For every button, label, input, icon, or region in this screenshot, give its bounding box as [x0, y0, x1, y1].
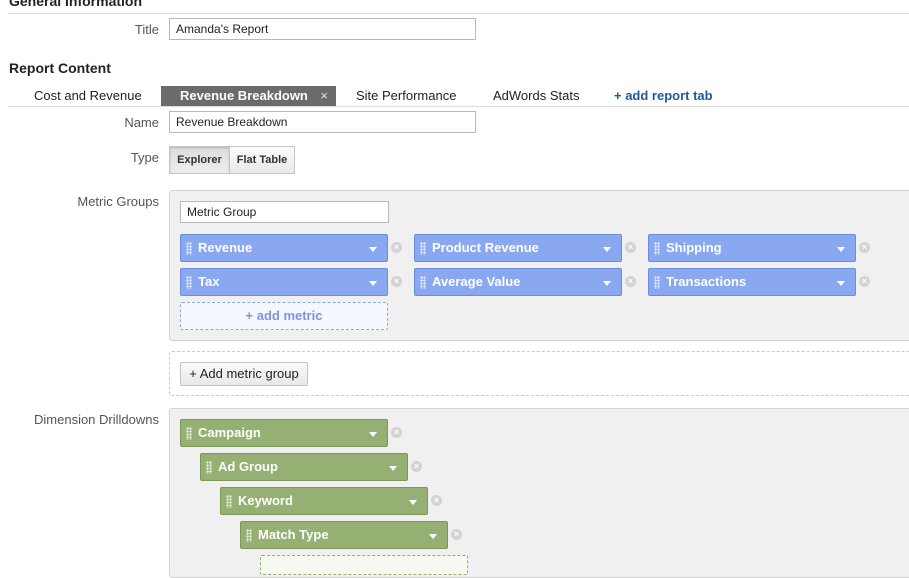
remove-dimension-icon[interactable]: × [391, 427, 402, 438]
tab-cost-and-revenue[interactable]: Cost and Revenue [34, 86, 142, 106]
dimension-chip-match-type[interactable]: Match Type [240, 521, 448, 549]
chevron-down-icon[interactable] [409, 500, 417, 505]
drag-handle-icon[interactable] [420, 242, 426, 255]
chevron-down-icon[interactable] [369, 281, 377, 286]
report-content-heading: Report Content [9, 60, 111, 76]
type-flat-table-button[interactable]: Flat Table [229, 146, 295, 174]
title-input[interactable]: Amanda's Report [169, 18, 476, 40]
close-tab-icon[interactable]: × [320, 86, 328, 106]
type-explorer-button[interactable]: Explorer [169, 146, 230, 174]
add-dimension-button[interactable] [260, 555, 468, 575]
metric-groups-label: Metric Groups [77, 194, 159, 209]
metric-chip-revenue[interactable]: Revenue [180, 234, 388, 262]
name-input[interactable]: Revenue Breakdown [169, 111, 476, 133]
metric-chip-transactions[interactable]: Transactions [648, 268, 856, 296]
dimension-chip-keyword[interactable]: Keyword [220, 487, 428, 515]
metric-chip-average-value[interactable]: Average Value [414, 268, 622, 296]
remove-dimension-icon[interactable]: × [451, 529, 462, 540]
metric-chip-product-revenue[interactable]: Product Revenue [414, 234, 622, 262]
metric-label: Average Value [432, 274, 521, 289]
remove-metric-icon[interactable]: × [391, 242, 402, 253]
metric-label: Shipping [666, 240, 722, 255]
drag-handle-icon[interactable] [206, 461, 212, 474]
tab-site-performance[interactable]: Site Performance [356, 86, 456, 106]
add-metric-group-button[interactable]: + Add metric group [180, 362, 308, 386]
chevron-down-icon[interactable] [603, 281, 611, 286]
chevron-down-icon[interactable] [429, 534, 437, 539]
metric-label: Transactions [666, 274, 747, 289]
metric-group-name-input[interactable]: Metric Group [180, 201, 389, 223]
chevron-down-icon[interactable] [369, 247, 377, 252]
divider [9, 13, 909, 14]
chevron-down-icon[interactable] [603, 247, 611, 252]
chevron-down-icon[interactable] [837, 281, 845, 286]
dimension-chip-campaign[interactable]: Campaign [180, 419, 388, 447]
drag-handle-icon[interactable] [186, 276, 192, 289]
title-label: Title [134, 22, 159, 37]
drag-handle-icon[interactable] [420, 276, 426, 289]
name-label: Name [124, 115, 159, 130]
chevron-down-icon[interactable] [837, 247, 845, 252]
metric-chip-shipping[interactable]: Shipping [648, 234, 856, 262]
drag-handle-icon[interactable] [654, 276, 660, 289]
remove-metric-icon[interactable]: × [625, 276, 636, 287]
remove-dimension-icon[interactable]: × [431, 495, 442, 506]
dimension-label: Campaign [198, 425, 261, 440]
tab-adwords-stats[interactable]: AdWords Stats [493, 86, 579, 106]
tabs-divider [9, 106, 909, 107]
drag-handle-icon[interactable] [226, 495, 232, 508]
add-report-tab-link[interactable]: + add report tab [614, 86, 713, 106]
dimension-label: Match Type [258, 527, 329, 542]
metric-label: Tax [198, 274, 220, 289]
drag-handle-icon[interactable] [654, 242, 660, 255]
dimension-label: Ad Group [218, 459, 278, 474]
drag-handle-icon[interactable] [186, 242, 192, 255]
type-label: Type [130, 150, 159, 165]
remove-metric-icon[interactable]: × [391, 276, 402, 287]
general-information-heading: General Information [9, 0, 143, 9]
tab-revenue-breakdown[interactable]: Revenue Breakdown × [161, 86, 336, 106]
remove-metric-icon[interactable]: × [859, 242, 870, 253]
chevron-down-icon[interactable] [369, 432, 377, 437]
metric-label: Revenue [198, 240, 253, 255]
remove-metric-icon[interactable]: × [859, 276, 870, 287]
metric-label: Product Revenue [432, 240, 539, 255]
tab-label: Revenue Breakdown [180, 88, 308, 103]
drag-handle-icon[interactable] [186, 427, 192, 440]
drag-handle-icon[interactable] [246, 529, 252, 542]
remove-dimension-icon[interactable]: × [411, 461, 422, 472]
dimension-chip-ad-group[interactable]: Ad Group [200, 453, 408, 481]
remove-metric-icon[interactable]: × [625, 242, 636, 253]
chevron-down-icon[interactable] [389, 466, 397, 471]
add-metric-button[interactable]: + add metric [180, 302, 388, 330]
metric-chip-tax[interactable]: Tax [180, 268, 388, 296]
dimension-drilldowns-label: Dimension Drilldowns [34, 412, 159, 427]
dimension-label: Keyword [238, 493, 293, 508]
